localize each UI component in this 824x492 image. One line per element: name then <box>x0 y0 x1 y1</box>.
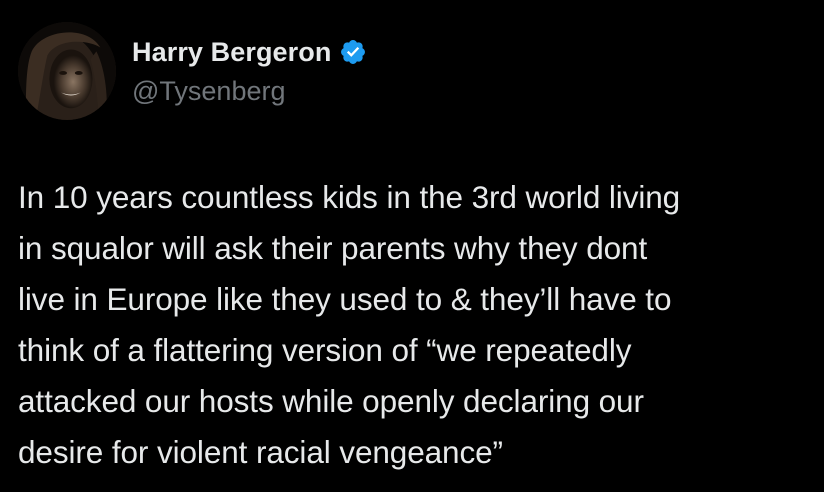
author-avatar[interactable] <box>18 22 116 120</box>
tweet-card: Harry Bergeron @Tysenberg In 10 years co… <box>0 0 824 492</box>
author-identity: Harry Bergeron @Tysenberg <box>132 34 367 107</box>
verified-badge-icon[interactable] <box>339 38 367 66</box>
author-display-name[interactable]: Harry Bergeron <box>132 37 331 68</box>
avatar-image <box>18 22 116 120</box>
author-name-row: Harry Bergeron <box>132 34 367 70</box>
tweet-text: In 10 years countless kids in the 3rd wo… <box>18 179 681 470</box>
author-handle[interactable]: @Tysenberg <box>132 76 367 107</box>
